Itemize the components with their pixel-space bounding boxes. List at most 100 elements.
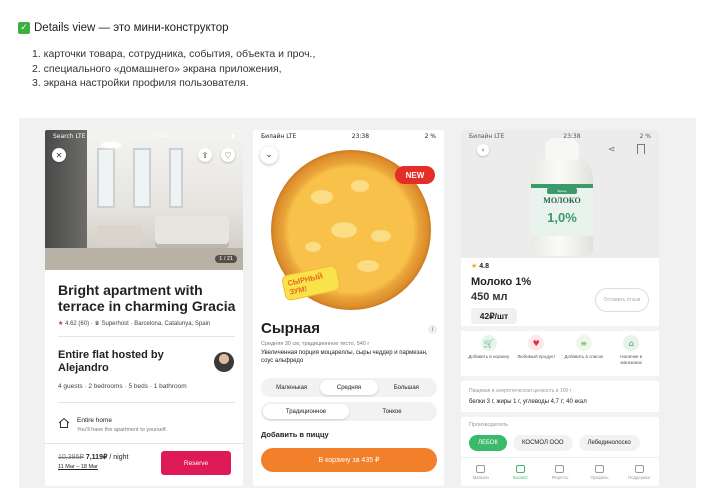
maker-chip[interactable]: ЛЕБОК: [469, 435, 507, 451]
size-option-large[interactable]: Большая: [378, 380, 435, 395]
product-actions: 🛒 Добавить в корзину ♥ Любимый продукт ≡ Доба…: [461, 335, 659, 365]
tab-label: Каталог: [512, 474, 528, 480]
review-button[interactable]: Оставить отзыв: [595, 288, 649, 312]
rooms-summary: 4 guests · 2 bedrooms · 5 beds · 1 bathr…: [58, 383, 187, 390]
booking-bar: 10,386₽ 7,119₽ / night 11 Mar – 18 Mar R…: [45, 443, 243, 486]
tab-recipes[interactable]: Рецепты: [542, 464, 578, 480]
battery-icon: ▮: [231, 132, 235, 140]
bottle-name: МОЛОКО: [543, 196, 581, 205]
tab-label: Магазин: [472, 474, 489, 480]
apartment-photo[interactable]: [45, 130, 243, 270]
location-label[interactable]: Barcelona, Catalunya, Spain: [134, 321, 210, 327]
divider: [58, 402, 235, 403]
product-title: Молоко 1%: [471, 276, 532, 288]
size-option-small[interactable]: Маленькая: [263, 380, 320, 395]
pizza-screen: Билайн LTE 23:38 2 % ⌄ NEW СЫРНЫЙ ЗУМ! С…: [253, 130, 444, 486]
tab-support[interactable]: Поддержка: [621, 464, 657, 480]
maker-chip[interactable]: Лебединолоско: [578, 435, 640, 451]
tab-label: Рецепты: [551, 474, 569, 480]
heart-icon[interactable]: ♡: [221, 148, 235, 162]
maker-chips: ЛЕБОК КОСМОЛ ООО Лебединолоско: [469, 435, 640, 451]
add-to-cart-button[interactable]: В корзину за 435 ₽: [261, 448, 437, 472]
product-title: Сырная: [261, 320, 320, 337]
bookmark-icon[interactable]: [637, 144, 645, 154]
info-icon[interactable]: i: [428, 325, 437, 334]
tab-profile[interactable]: Профиль: [582, 464, 618, 480]
action-label: Любимый продукт: [517, 354, 556, 359]
superhost-label: Superhost: [101, 321, 129, 327]
nightly-price: 7,119₽: [85, 454, 108, 461]
intro-list-item: 2. специального «домашнего» экрана прило…: [32, 62, 282, 75]
cart-icon: 🛒: [480, 335, 497, 351]
milk-screen: Бренд МОЛОКО 1,0% Билайн LTE 23:38 2 % ‹…: [461, 130, 659, 486]
heart-icon: ♥: [528, 335, 545, 351]
action-label: Наличие в магазинах: [620, 354, 643, 365]
intro-list-item: 3. экрана настройки профиля пользователя…: [32, 77, 249, 89]
product-action[interactable]: ≡ Добавить в список: [562, 335, 606, 365]
star-icon: ★: [58, 321, 64, 327]
divider: [461, 376, 659, 381]
tab-store[interactable]: Магазин: [463, 464, 499, 480]
nutrition-heading: Пищевая и энергетическая ценность в 100 …: [469, 388, 572, 394]
maker-chip[interactable]: КОСМОЛ ООО: [512, 435, 573, 451]
action-label: Добавить в корзину: [468, 354, 510, 359]
maker-heading: Производитель: [469, 422, 509, 428]
store-tab-icon: [476, 464, 486, 473]
close-icon[interactable]: ✕: [52, 148, 66, 162]
host-title: Entire flat hosted by Alejandro: [58, 349, 164, 374]
dough-option-thin[interactable]: Тонкое: [349, 404, 435, 419]
tab-catalog[interactable]: Каталог: [502, 464, 538, 480]
intro-list-item: 1. карточки товара, сотрудника, события,…: [32, 48, 316, 60]
status-bar: Билайн LTE 23:38 2 %: [253, 130, 444, 142]
support-tab-icon: [634, 464, 644, 473]
price-unit: / night: [107, 454, 129, 461]
date-range-link[interactable]: 11 Mar – 18 Mar: [58, 464, 98, 470]
action-label: Добавить в список: [564, 354, 604, 359]
product-photo[interactable]: Бренд МОЛОКО 1,0%: [461, 130, 659, 258]
product-action[interactable]: ♥ Любимый продукт: [514, 335, 558, 365]
intro-section: ✓ Details view — это мини-конструктор 1.…: [18, 22, 698, 91]
back-icon[interactable]: ‹: [477, 144, 489, 156]
screenshots-panel: Search LTE 23:47 ▮ ✕ ⇪ ♡ 1 / 21 Bright a…: [19, 118, 696, 488]
battery-label: 2 %: [424, 132, 436, 140]
product-action[interactable]: ⌂ Наличие в магазинах: [609, 335, 653, 365]
toppings-heading: Добавить в пиццу: [261, 430, 329, 439]
feature-subtitle: You'll have the apartment to yourself.: [77, 427, 168, 433]
photo-counter: 1 / 21: [215, 255, 237, 263]
star-icon: ★: [471, 262, 478, 270]
size-selector: Маленькая Средняя Большая: [261, 378, 437, 397]
home-icon: [58, 417, 70, 428]
battery-label: 2 %: [639, 132, 651, 140]
catalog-tab-icon: [515, 464, 525, 473]
status-bar: Search LTE 23:47 ▮: [45, 130, 243, 142]
rating-value[interactable]: 4.62 (60): [65, 321, 89, 327]
dough-option-traditional[interactable]: Традиционное: [263, 404, 349, 419]
feature-title: Entire home: [77, 417, 113, 424]
chevron-down-icon[interactable]: ⌄: [260, 146, 278, 164]
tab-label: Поддержка: [628, 474, 651, 480]
product-volume: 450 мл: [471, 291, 508, 303]
size-option-medium[interactable]: Средняя: [320, 380, 378, 395]
divider: [58, 336, 235, 337]
listing-title: Bright apartment with terrace in charmin…: [58, 282, 236, 314]
intro-list: 1. карточки товара, сотрудника, события,…: [32, 47, 698, 91]
carrier-label: Билайн LTE: [469, 132, 505, 140]
list-add-icon: ≡: [575, 335, 592, 351]
intro-title: Details view — это мини-конструктор: [34, 22, 229, 34]
milk-bottle-image: Бренд МОЛОКО 1,0%: [531, 138, 593, 256]
clock-label: 23:38: [351, 132, 370, 140]
old-price: 10,386₽: [58, 454, 84, 461]
product-action[interactable]: 🛒 Добавить в корзину: [467, 335, 511, 365]
rating-value: 4.8: [479, 263, 489, 270]
new-badge: NEW: [395, 166, 435, 184]
reserve-button[interactable]: Reserve: [161, 451, 231, 475]
divider: [461, 326, 659, 331]
host-avatar[interactable]: [214, 352, 234, 372]
nutrition-values: белки 3 г, жиры 1 г, углеводы 4,7 г; 40 …: [469, 399, 587, 405]
listing-meta: ★ 4.62 (60) · ♛ Superhost · Barcelona, C…: [58, 321, 211, 327]
bottle-brand: Бренд: [547, 188, 577, 194]
share-icon[interactable]: ⋖: [608, 145, 616, 155]
dough-selector: Традиционное Тонкое: [261, 402, 437, 421]
share-icon[interactable]: ⇪: [198, 148, 212, 162]
carrier-label: Билайн LTE: [261, 132, 297, 140]
